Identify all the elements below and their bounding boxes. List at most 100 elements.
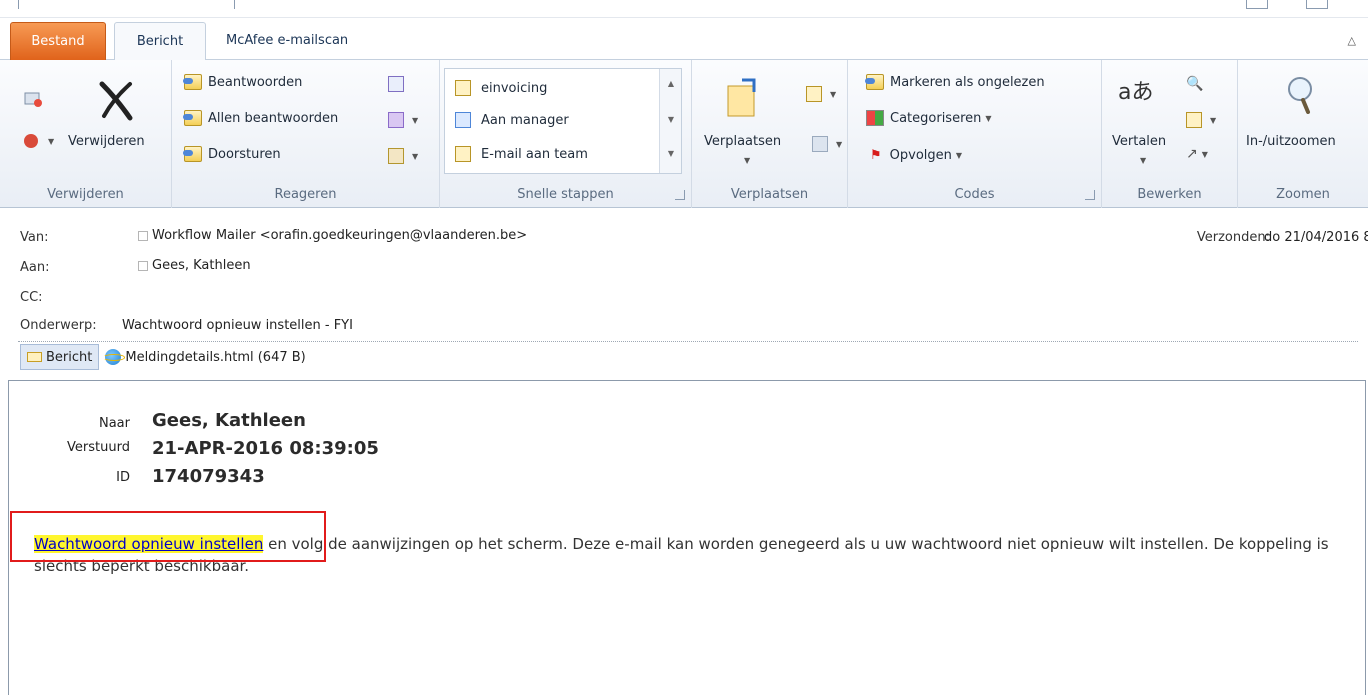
message-tab[interactable]: Bericht [20,344,100,370]
header-divider [18,341,1358,342]
message-header: Van: Workflow Mailer <orafin.goedkeuring… [0,210,1368,340]
quick-step-icon [455,80,471,96]
translate-icon[interactable]: aあ [1118,74,1153,106]
reply-label: Beantwoorden [208,74,303,90]
quick-step-item[interactable]: E-mail aan team [455,143,588,165]
from-field[interactable]: Workflow Mailer <orafin.goedkeuringen@vl… [138,228,527,243]
chevron-down-icon: ▼ [1140,156,1147,165]
quick-step-item[interactable]: Aan manager [455,109,569,131]
move-dropdown[interactable]: ▼ [740,156,750,165]
title-separator [18,0,19,9]
move-folder-icon[interactable] [724,78,760,118]
mark-unread-label: Markeren als ongelezen [890,74,1045,90]
more-respond-button[interactable]: ▼ [388,148,418,164]
scroll-down-icon[interactable]: ▼ [660,115,682,124]
sent-label: Verzonden: [1196,230,1270,245]
flag-icon: ⚑ [870,148,882,163]
im-button[interactable]: ▼ [388,112,418,128]
chevron-down-icon: ▼ [985,113,992,123]
meeting-icon [388,76,404,92]
categorize-label: Categoriseren [890,110,982,126]
actions-icon [812,136,828,152]
rules-icon [806,86,822,102]
tab-mcafee[interactable]: McAfee e-mailscan [212,22,362,60]
to-meta-label: Naar [98,416,130,431]
chevron-down-icon: ▼ [412,115,419,125]
reply-all-button[interactable]: Allen beantwoorden [183,110,338,126]
zoom-button[interactable]: In-/uitzoomen [1246,134,1336,149]
related-icon [1186,112,1202,128]
more-icon [388,148,404,164]
tab-message[interactable]: Bericht [114,22,206,61]
ie-file-icon [103,349,126,365]
ignore-icon[interactable] [24,90,44,108]
delete-x-icon[interactable] [94,78,138,122]
presence-icon [138,230,148,241]
to-meta-value: Gees, Kathleen [152,410,306,431]
window-title-strip [0,0,1368,18]
reply-icon [183,74,202,90]
meeting-button[interactable] [388,76,408,92]
quick-step-label: einvoicing [481,80,548,96]
to-field[interactable]: Gees, Kathleen [138,258,251,273]
follow-up-button[interactable]: ⚑ Opvolgen ▼ [870,148,962,163]
dialog-launcher-icon[interactable] [675,190,685,200]
delete-button[interactable]: Verwijderen [68,134,145,149]
find-button[interactable]: 🔍 [1186,76,1203,92]
presence-icon [138,260,148,271]
quick-step-item[interactable]: einvoicing [455,77,547,99]
sent-value: do 21/04/2016 8 [1264,230,1368,245]
chevron-down-icon: ▼ [830,89,837,99]
expand-gallery-icon[interactable]: ▼ [660,149,682,158]
mark-unread-button[interactable]: Markeren als ongelezen [865,74,1045,90]
magnifier-icon[interactable] [1284,74,1318,114]
quick-steps-scrollbar[interactable]: ▲ ▼ ▼ [659,69,681,173]
message-tab-label: Bericht [46,349,93,365]
rules-button[interactable]: ▼ [806,86,836,102]
chevron-down-icon: ▼ [1201,149,1208,159]
actions-button[interactable]: ▼ [812,136,842,152]
chevron-down-icon: ▼ [836,139,843,149]
follow-up-label: Opvolgen [889,148,952,163]
subject-label: Onderwerp: [20,318,97,333]
reply-all-icon [183,110,202,126]
group-label: Snelle stappen [517,187,614,202]
id-meta-value: 174079343 [152,466,265,487]
quick-step-label: E-mail aan team [481,146,588,162]
junk-button[interactable]: ▼ [24,134,54,148]
dialog-launcher-icon[interactable] [1085,190,1095,200]
group-move: ▼ Verplaatsen ▼ ▼ Verplaatsen [692,60,848,208]
quick-steps-gallery: einvoicing Aan manager E-mail aan team ▲… [444,68,682,174]
from-label: Van: [20,230,49,245]
scroll-up-icon[interactable]: ▲ [660,79,682,88]
reply-button[interactable]: Beantwoorden [183,74,303,90]
ribbon: ▼ Verwijderen Verwijderen Beantwoorden A… [0,60,1368,208]
cc-label: CC: [20,290,43,305]
title-separator [234,0,235,9]
forward-icon [183,146,202,162]
group-zoom: In-/uitzoomen Zoomen [1238,60,1368,208]
maximize-button[interactable] [1306,0,1328,9]
tab-file[interactable]: Bestand [10,22,106,60]
group-label: Verplaatsen [730,187,809,202]
group-delete: ▼ Verwijderen Verwijderen [0,60,172,208]
collapse-ribbon-icon[interactable]: △ [1348,34,1356,47]
to-label: Aan: [20,260,50,275]
translate-dropdown[interactable]: ▼ [1136,156,1146,165]
chevron-down-icon: ▼ [48,136,55,146]
select-button[interactable]: ↗ ▼ [1186,146,1208,162]
minimize-button[interactable] [1246,0,1268,9]
cursor-icon: ↗ [1186,146,1198,162]
attachment-bar: Bericht Meldingdetails.html (647 B) [20,344,312,370]
attachment-file[interactable]: Meldingdetails.html (647 B) [99,344,311,370]
id-meta-label: ID [116,470,130,485]
move-button[interactable]: Verplaatsen [704,134,781,149]
forward-button[interactable]: Doorsturen [183,146,281,162]
translate-button[interactable]: Vertalen [1112,134,1166,149]
categorize-button[interactable]: Categoriseren ▼ [866,110,992,126]
chevron-down-icon: ▼ [744,156,751,165]
binoculars-icon: 🔍 [1186,76,1204,92]
to-value: Gees, Kathleen [152,258,251,273]
related-button[interactable]: ▼ [1186,112,1216,128]
im-icon [388,112,404,128]
